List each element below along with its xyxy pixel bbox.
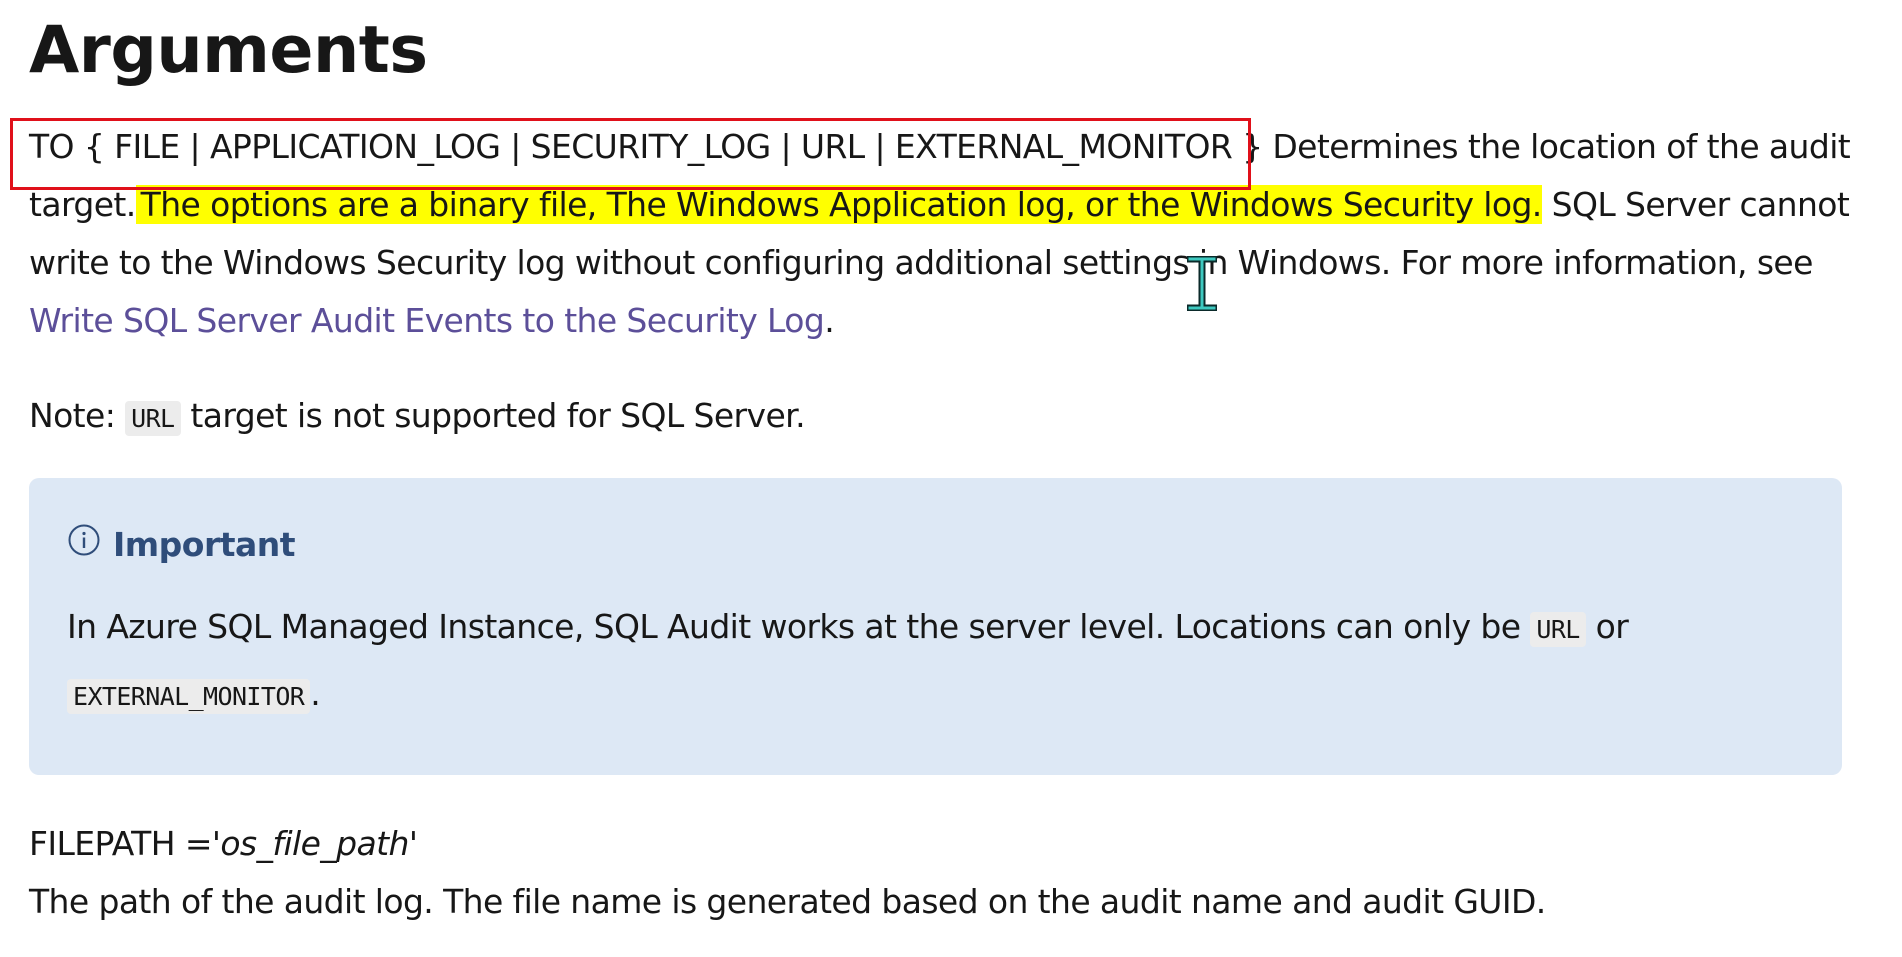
to-syntax: TO { FILE | APPLICATION_LOG | SECURITY_L… — [29, 127, 1263, 166]
alert-body-period: . — [310, 674, 321, 713]
to-argument-paragraph: TO { FILE | APPLICATION_LOG | SECURITY_L… — [29, 118, 1869, 350]
article-content: Arguments TO { FILE | APPLICATION_LOG | … — [29, 0, 1869, 931]
page-title: Arguments — [29, 13, 428, 88]
alert-code-external-monitor: EXTERNAL_MONITOR — [67, 679, 311, 714]
note-paragraph: Note: URL target is not supported for SQ… — [29, 387, 1869, 448]
highlighted-text: The options are a binary file, The Windo… — [135, 185, 1542, 224]
note-suffix: target is not supported for SQL Server. — [180, 396, 805, 435]
alert-title: Important — [113, 524, 296, 564]
alert-body-or: or — [1585, 607, 1629, 646]
security-log-link[interactable]: Write SQL Server Audit Events to the Sec… — [29, 301, 825, 340]
alert-body: In Azure SQL Managed Instance, SQL Audit… — [67, 595, 1804, 729]
filepath-label: FILEPATH =' — [29, 824, 221, 863]
filepath-close-quote: ' — [408, 824, 418, 863]
note-code-url: URL — [125, 401, 181, 436]
alert-code-url: URL — [1530, 612, 1586, 647]
info-icon — [67, 523, 113, 565]
filepath-param: os_file_path — [220, 824, 409, 863]
alert-header: Important — [67, 523, 1804, 565]
filepath-description: The path of the audit log. The file name… — [29, 882, 1546, 921]
note-prefix: Note: — [29, 396, 126, 435]
important-alert: Important In Azure SQL Managed Instance,… — [29, 478, 1842, 775]
link-period: . — [824, 301, 835, 340]
alert-body-text: In Azure SQL Managed Instance, SQL Audit… — [67, 607, 1531, 646]
filepath-argument: FILEPATH ='os_file_path' The path of the … — [29, 815, 1869, 931]
